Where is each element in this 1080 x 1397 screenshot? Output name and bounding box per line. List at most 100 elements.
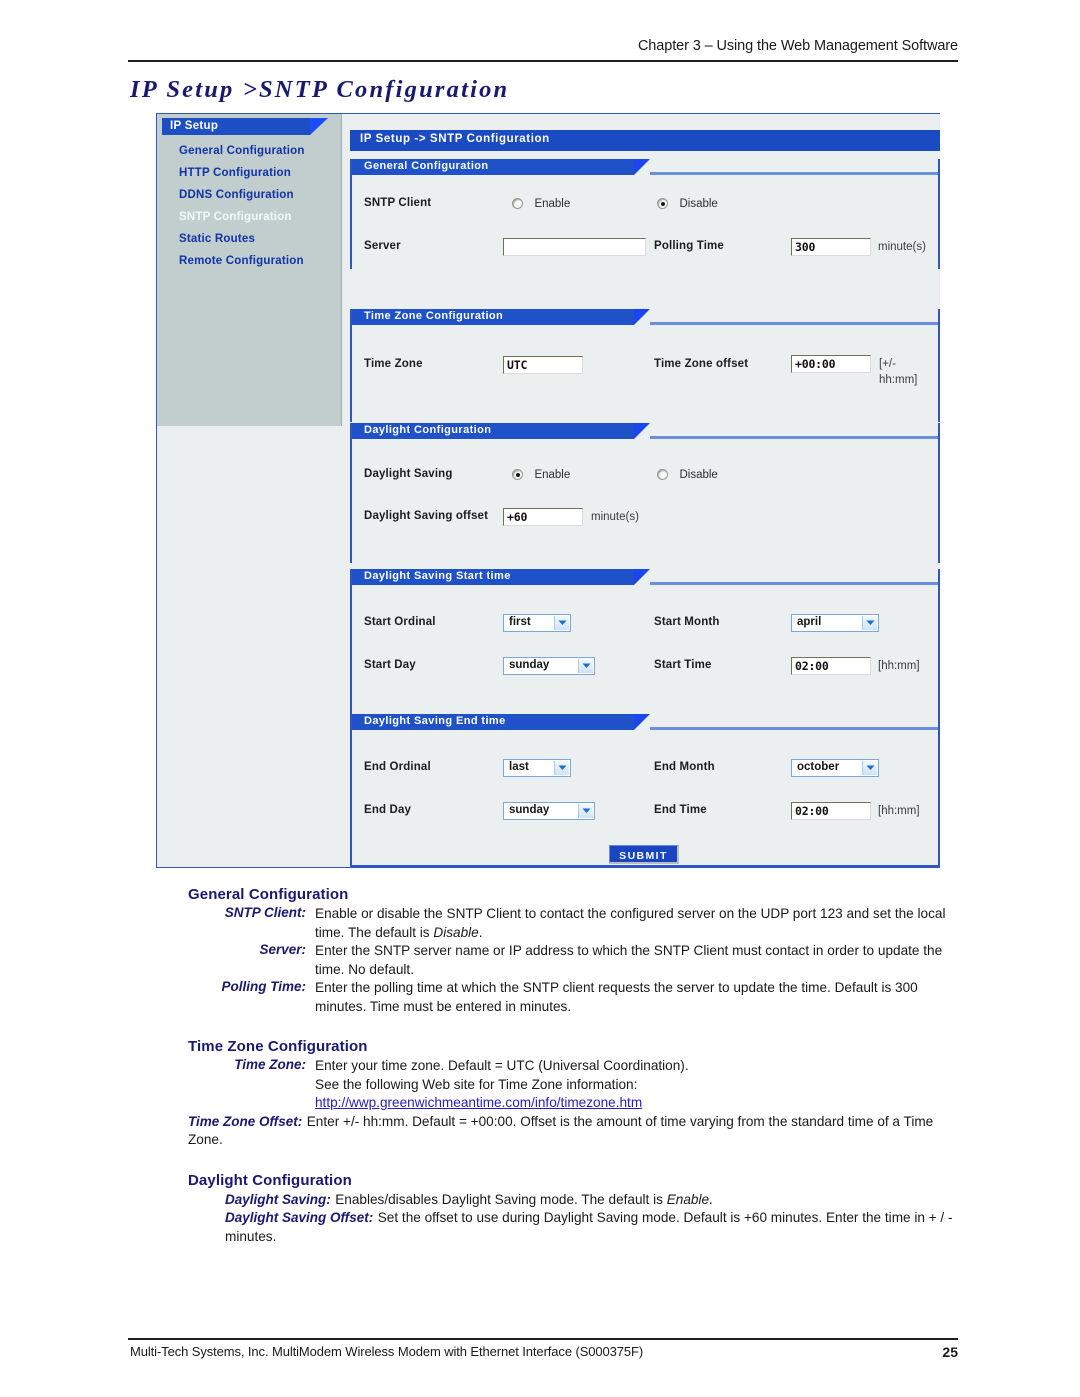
sidebar: IP Setup General Configuration HTTP Conf… — [157, 114, 342, 426]
footer-divider — [128, 1338, 958, 1340]
end-day-value: sunday — [509, 804, 550, 816]
doc-desc-server: Enter the SNTP server name or IP address… — [315, 943, 943, 977]
radio-sntp-client-enable[interactable]: Enable — [512, 195, 570, 213]
doc-entry-time-zone-offset: Time Zone Offset: Enter +/- hh:mm. Defau… — [188, 1113, 958, 1150]
chevron-down-icon[interactable] — [554, 616, 569, 630]
polling-time-units: minute(s) — [878, 241, 926, 253]
sidebar-item-sntp-configuration[interactable]: SNTP Configuration — [157, 206, 342, 228]
chevron-down-icon[interactable] — [862, 616, 877, 630]
offset-hint-format: hh:mm] — [879, 374, 918, 386]
sidebar-item-static-routes[interactable]: Static Routes — [157, 228, 342, 250]
panel-daylight-saving-start: Daylight Saving Start time Start Ordinal… — [350, 569, 940, 714]
end-month-select[interactable]: october — [791, 759, 879, 777]
end-month-value: october — [797, 761, 840, 773]
panel-header-dst-start: Daylight Saving Start time — [352, 569, 938, 585]
radio-label-enable: Enable — [534, 468, 571, 481]
chevron-down-icon[interactable] — [578, 659, 593, 673]
time-zone-input[interactable] — [503, 356, 583, 374]
web-management-ui-screenshot: IP Setup General Configuration HTTP Conf… — [156, 113, 940, 868]
start-ordinal-select[interactable]: first — [503, 614, 571, 632]
end-time-hint: [hh:mm] — [878, 805, 920, 817]
breadcrumb: IP Setup -> SNTP Configuration — [350, 130, 940, 151]
radio-button-selected-icon — [512, 469, 523, 481]
radio-label-enable: Enable — [534, 197, 571, 210]
offset-hint-sign: [+/- — [879, 358, 896, 370]
doc-entry-server: Server: Enter the SNTP server name or IP… — [188, 942, 958, 979]
doc-entry-daylight-saving-offset: Daylight Saving Offset: Set the offset t… — [225, 1209, 958, 1246]
start-day-select[interactable]: sunday — [503, 657, 595, 675]
time-zone-offset-input[interactable] — [791, 355, 871, 373]
end-ordinal-value: last — [509, 761, 529, 773]
label-start-time: Start Time — [654, 659, 712, 671]
row-server-polling: Server Polling Time minute(s) — [352, 227, 938, 273]
row-end-ordinal-month: End Ordinal last End Month october — [352, 730, 938, 791]
panel-daylight-configuration: Daylight Configuration Daylight Saving E… — [350, 423, 940, 563]
end-day-select[interactable]: sunday — [503, 802, 595, 820]
panel-body-daylight: Daylight Saving Enable Disable Daylight — [352, 439, 938, 542]
documentation: General Configuration SNTP Client: Enabl… — [188, 886, 958, 1246]
panel-time-zone-configuration: Time Zone Configuration Time Zone Time Z… — [350, 309, 940, 422]
label-sntp-client: SNTP Client — [364, 197, 432, 209]
start-month-value: april — [797, 616, 822, 628]
chevron-down-icon[interactable] — [862, 761, 877, 775]
doc-term-polling-time: Polling Time: — [221, 979, 306, 994]
row-start-day-time: Start Day sunday Start Time [hh:mm] — [352, 646, 938, 692]
polling-time-input[interactable] — [791, 238, 871, 256]
doc-term-server: Server: — [259, 942, 306, 957]
chevron-down-icon[interactable] — [578, 804, 593, 818]
label-daylight-saving-offset: Daylight Saving offset — [364, 510, 489, 522]
label-end-time: End Time — [654, 804, 707, 816]
timezone-info-link[interactable]: http://wwp.greenwichmeantime.com/info/ti… — [315, 1095, 642, 1110]
panel-title-general: General Configuration — [364, 160, 489, 172]
start-time-input[interactable] — [791, 657, 871, 675]
sidebar-item-ddns-configuration[interactable]: DDNS Configuration — [157, 184, 342, 206]
page-title: IP Setup >SNTP Configuration — [130, 76, 510, 103]
panel-body-general: SNTP Client Enable Disable Server Pollin… — [352, 175, 938, 273]
daylight-saving-offset-input[interactable] — [503, 508, 583, 526]
panel-header-general: General Configuration — [352, 159, 938, 175]
row-daylight-saving-offset: Daylight Saving offset minute(s) — [352, 497, 938, 542]
sidebar-tab-ip-setup[interactable]: IP Setup — [162, 118, 328, 135]
main-content: IP Setup -> SNTP Configuration General C… — [342, 114, 940, 867]
doc-desc-time-zone: Enter your time zone. Default = UTC (Uni… — [315, 1057, 958, 1113]
panel-header-daylight: Daylight Configuration — [352, 423, 938, 439]
panel-title-dst-start: Daylight Saving Start time — [364, 570, 511, 582]
doc-desc-sntp-client: Enable or disable the SNTP Client to con… — [315, 906, 946, 940]
daylight-offset-units: minute(s) — [591, 511, 639, 523]
radio-button-icon — [512, 198, 523, 210]
panel-general-configuration: General Configuration SNTP Client Enable… — [350, 159, 940, 269]
radio-daylight-saving-disable[interactable]: Disable — [657, 466, 718, 484]
sidebar-item-http-configuration[interactable]: HTTP Configuration — [157, 162, 342, 184]
label-start-day: Start Day — [364, 659, 416, 671]
radio-button-icon — [657, 469, 668, 481]
chevron-down-icon[interactable] — [554, 761, 569, 775]
doc-heading-general: General Configuration — [188, 886, 349, 903]
sidebar-item-remote-configuration[interactable]: Remote Configuration — [157, 250, 342, 272]
doc-desc-daylight-saving: Enables/disables Daylight Saving mode. T… — [335, 1191, 713, 1207]
panel-header-dst-end: Daylight Saving End time — [352, 714, 938, 730]
end-ordinal-select[interactable]: last — [503, 759, 571, 777]
radio-sntp-client-disable[interactable]: Disable — [657, 195, 718, 213]
doc-term-daylight-saving: Daylight Saving: — [225, 1191, 331, 1207]
doc-term-sntp-client: SNTP Client: — [224, 905, 306, 920]
panel-title-timezone: Time Zone Configuration — [364, 310, 504, 322]
sidebar-item-general-configuration[interactable]: General Configuration — [157, 140, 342, 162]
doc-desc-time-zone-line2: See the following Web site for Time Zone… — [315, 1076, 638, 1092]
doc-desc-polling-time: Enter the polling time at which the SNTP… — [315, 980, 918, 1014]
label-time-zone-offset: Time Zone offset — [654, 358, 749, 370]
server-input[interactable] — [503, 238, 646, 256]
start-month-select[interactable]: april — [791, 614, 879, 632]
label-end-day: End Day — [364, 804, 412, 816]
end-time-input[interactable] — [791, 802, 871, 820]
radio-daylight-saving-enable[interactable]: Enable — [512, 466, 570, 484]
label-server: Server — [364, 240, 401, 252]
breadcrumb-text: IP Setup -> SNTP Configuration — [360, 133, 550, 145]
submit-button[interactable]: SUBMIT — [609, 845, 679, 864]
doc-entry-daylight-saving: Daylight Saving: Enables/disables Daylig… — [225, 1191, 958, 1210]
panel-header-timezone: Time Zone Configuration — [352, 309, 938, 325]
label-end-month: End Month — [654, 761, 715, 773]
sidebar-tab-label: IP Setup — [170, 120, 219, 132]
tab-wedge-decoration — [310, 118, 328, 135]
panel-body-timezone: Time Zone Time Zone offset [+/- hh:mm] — [352, 325, 938, 386]
header-divider — [128, 60, 958, 62]
